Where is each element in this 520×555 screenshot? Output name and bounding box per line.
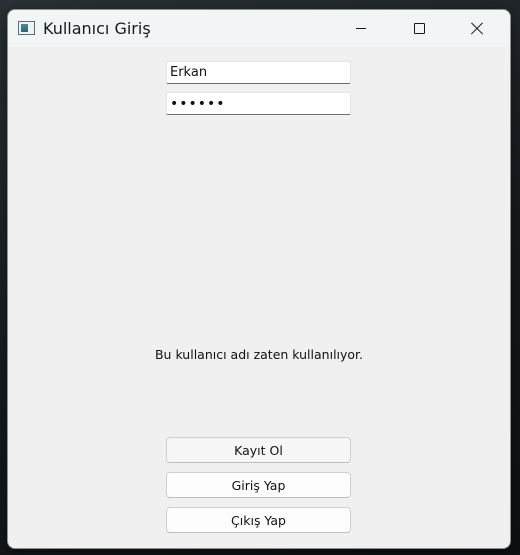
register-button[interactable]: Kayıt Ol xyxy=(166,437,351,463)
login-window: Kullanıcı Giriş Bu kullanıcı adı zaten k… xyxy=(7,9,511,549)
username-input[interactable] xyxy=(166,61,351,84)
maximize-icon xyxy=(413,23,425,34)
title-bar[interactable]: Kullanıcı Giriş xyxy=(8,10,510,47)
close-icon xyxy=(470,22,484,36)
window-title: Kullanıcı Giriş xyxy=(43,19,151,38)
exit-button[interactable]: Çıkış Yap xyxy=(166,507,351,533)
close-button[interactable] xyxy=(448,10,506,47)
minimize-icon xyxy=(356,28,366,29)
status-message: Bu kullanıcı adı zaten kullanılıyor. xyxy=(154,347,364,362)
password-input[interactable] xyxy=(166,92,351,115)
login-button[interactable]: Giriş Yap xyxy=(166,472,351,498)
maximize-button[interactable] xyxy=(390,10,448,47)
minimize-button[interactable] xyxy=(332,10,390,47)
app-window-icon xyxy=(18,21,35,35)
